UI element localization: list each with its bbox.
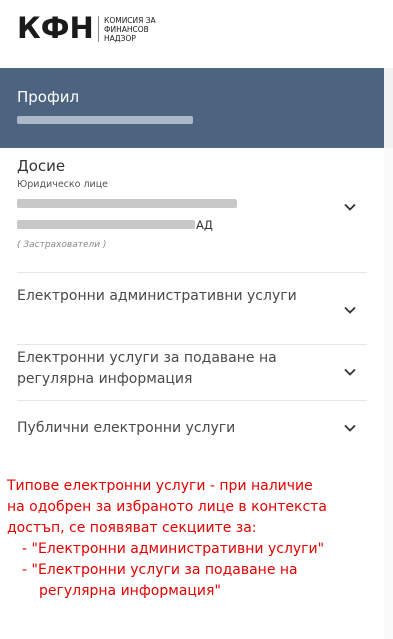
logo-subtitle-line: ФИНАНСОВ (104, 25, 149, 34)
profile-title: Профил (17, 88, 80, 106)
logo-subtitle-line: КОМИСИЯ ЗА (104, 16, 156, 25)
note-bullet: - "Електронни услуги за подаване на (22, 562, 298, 578)
chevron-down-icon[interactable] (342, 302, 358, 318)
dossier-title: Досие (17, 157, 66, 175)
logo-divider (98, 16, 99, 42)
divider (17, 272, 367, 273)
company-suffix: АД (196, 218, 213, 232)
menu-item-label: Електронни услуги за подаване на регуляр… (17, 350, 277, 387)
entity-type: Юридическо лице (17, 179, 109, 190)
divider (17, 344, 367, 345)
profile-name-blurred (17, 116, 193, 124)
menu-item-label: Публични електронни услуги (17, 420, 236, 436)
profile-panel[interactable]: Профил (0, 68, 384, 148)
chevron-down-icon[interactable] (342, 199, 358, 215)
company-category: ( Застрахователи ) (17, 240, 107, 250)
kfn-logo[interactable]: КФН (17, 14, 94, 43)
chevron-down-icon[interactable] (342, 364, 358, 380)
note-line: Типове електронни услуги - при наличие (7, 478, 313, 494)
dossier-section[interactable]: Досие Юридическо лице АД ( Застраховател… (0, 148, 384, 273)
logo-subtitle: КОМИСИЯ ЗА ФИНАНСОВ НАДЗОР (104, 16, 156, 43)
company-name-blurred (17, 199, 237, 208)
header: КФН КОМИСИЯ ЗА ФИНАНСОВ НАДЗОР (0, 0, 393, 68)
annotation-note: Типове електронни услуги - при наличие н… (7, 476, 387, 602)
note-bullet-continued: регулярна информация" (7, 581, 387, 602)
note-line: на одобрен за избраното лице в контекста (7, 499, 327, 515)
note-bullet: - "Електронни административни услуги" (22, 541, 325, 557)
chevron-down-icon[interactable] (342, 420, 358, 436)
company-name-blurred (17, 220, 195, 229)
note-line: достъп, се появяват секциите за: (7, 520, 257, 536)
logo-subtitle-line: НАДЗОР (104, 34, 136, 43)
note-bullet-text: регулярна информация" (39, 583, 221, 599)
menu-item-label: Електронни административни услуги (17, 288, 297, 304)
divider (17, 400, 367, 401)
